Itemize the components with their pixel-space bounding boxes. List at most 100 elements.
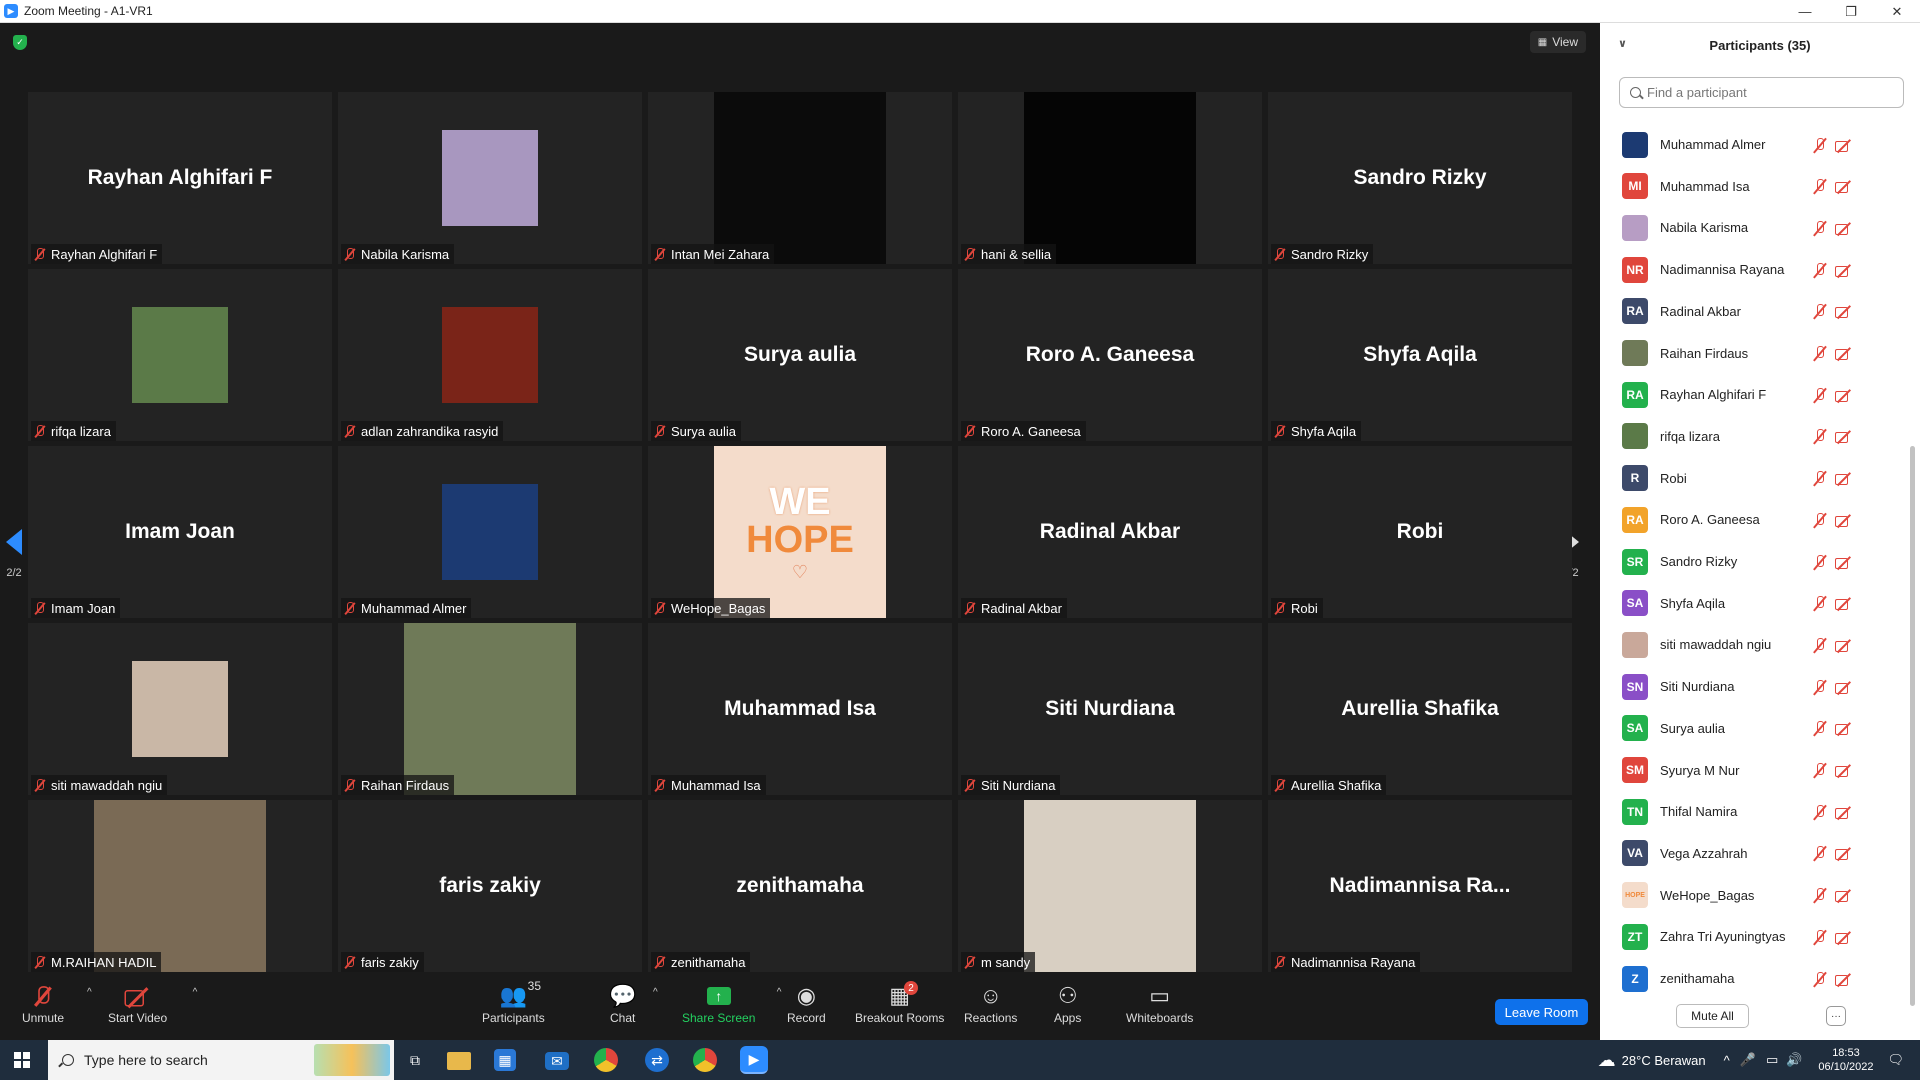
close-button[interactable]: ✕ — [1874, 0, 1920, 23]
video-tile-m-sandy[interactable]: m sandy — [958, 800, 1262, 972]
restore-button[interactable]: ❐ — [1828, 0, 1874, 23]
participant-row-rifqa-lizara[interactable]: rifqa lizara — [1600, 416, 1906, 457]
speaker-icon[interactable]: 🔊 — [1786, 1052, 1802, 1068]
microphone-muted-icon[interactable] — [1813, 220, 1827, 236]
microphone-muted-icon[interactable] — [1813, 762, 1827, 778]
video-tile-nabila-karisma[interactable]: Nabila Karisma — [338, 92, 642, 264]
video-tile-nadimannisa-rayana[interactable]: Nadimannisa Ra... Nadimannisa Rayana — [1268, 800, 1572, 972]
participant-row-nadimannisa-rayana[interactable]: NR Nadimannisa Rayana — [1600, 249, 1906, 290]
chat-button[interactable]: 💬 ^ Chat — [609, 981, 658, 1025]
video-tile-shyfa-aqila[interactable]: Shyfa Aqila Shyfa Aqila — [1268, 269, 1572, 441]
network-icon[interactable]: ▭ — [1766, 1052, 1778, 1068]
video-tile-roro-a-ganeesa[interactable]: Roro A. Ganeesa Roro A. Ganeesa — [958, 269, 1262, 441]
scrollbar-thumb[interactable] — [1910, 446, 1915, 1006]
microphone-icon[interactable]: 🎤 — [1740, 1052, 1756, 1068]
video-off-icon[interactable] — [1835, 388, 1853, 402]
apps-button[interactable]: ⚇ Apps — [1054, 981, 1081, 1025]
video-tile-aurellia-shafika[interactable]: Aurellia Shafika Aurellia Shafika — [1268, 623, 1572, 795]
video-tile-imam-joan[interactable]: Imam Joan Imam Joan — [28, 446, 332, 618]
microphone-muted-icon[interactable] — [1813, 804, 1827, 820]
unmute-button[interactable]: ^ Unmute — [22, 981, 92, 1025]
video-off-icon[interactable] — [1835, 763, 1853, 777]
video-tile-adlan-zahrandika-rasyid[interactable]: adlan zahrandika rasyid — [338, 269, 642, 441]
video-off-icon[interactable] — [1835, 888, 1853, 903]
video-off-icon[interactable] — [1835, 555, 1853, 569]
whiteboards-button[interactable]: ▭ Whiteboards — [1126, 981, 1193, 1025]
participant-row-syurya-m-nur[interactable]: SM Syurya M Nur — [1600, 750, 1906, 791]
microphone-muted-icon[interactable] — [1813, 428, 1827, 444]
video-tile-rifqa-lizara[interactable]: rifqa lizara — [28, 269, 332, 441]
microphone-muted-icon[interactable] — [1813, 637, 1827, 653]
participant-row-siti-mawaddah-ngiu[interactable]: siti mawaddah ngiu — [1600, 624, 1906, 665]
video-off-icon[interactable] — [1835, 179, 1853, 194]
microphone-muted-icon[interactable] — [1813, 303, 1827, 319]
microphone-muted-icon[interactable] — [1813, 345, 1827, 361]
encryption-shield-icon[interactable]: ✓ — [13, 35, 27, 50]
weather-text[interactable]: 28°C Berawan — [1622, 1053, 1706, 1068]
participant-row-radinal-akbar[interactable]: RA Radinal Akbar — [1600, 291, 1906, 332]
find-participant-input[interactable]: Find a participant — [1619, 77, 1904, 108]
mail-icon[interactable]: ✉ — [545, 1052, 569, 1070]
participant-row-sandro-rizky[interactable]: SR Sandro Rizky — [1600, 541, 1906, 582]
video-off-icon[interactable] — [1835, 596, 1853, 611]
participant-row-rayhan-alghifari-f[interactable]: RA Rayhan Alghifari F — [1600, 374, 1906, 415]
video-tile-m-raihan-hadil[interactable]: M.RAIHAN HADIL — [28, 800, 332, 972]
share-screen-button[interactable]: ↑ ^ Share Screen — [682, 981, 781, 1025]
video-tile-faris-zakiy[interactable]: faris zakiy faris zakiy — [338, 800, 642, 972]
microphone-muted-icon[interactable] — [1813, 387, 1827, 403]
microphone-muted-icon[interactable] — [1813, 595, 1827, 611]
microphone-muted-icon[interactable] — [1813, 512, 1827, 528]
participant-row-vega-azzahrah[interactable]: VA Vega Azzahrah — [1600, 833, 1906, 874]
participant-list-scrollbar[interactable] — [1909, 124, 1915, 1014]
participant-row-siti-nurdiana[interactable]: SN Siti Nurdiana — [1600, 666, 1906, 707]
view-button[interactable]: ▦ View — [1529, 31, 1586, 53]
participant-row-wehope-bagas[interactable]: HOPE WeHope_Bagas — [1600, 875, 1906, 916]
microphone-muted-icon[interactable] — [1813, 720, 1827, 736]
participant-row-shyfa-aqila[interactable]: SA Shyfa Aqila — [1600, 583, 1906, 624]
video-tile-hani-sellia[interactable]: hani & sellia — [958, 92, 1262, 264]
video-off-icon[interactable] — [1835, 138, 1853, 152]
participant-row-nabila-karisma[interactable]: Nabila Karisma — [1600, 207, 1906, 248]
participant-row-muhammad-isa[interactable]: MI Muhammad Isa — [1600, 166, 1906, 207]
video-off-icon[interactable] — [1835, 346, 1853, 360]
video-tile-muhammad-isa[interactable]: Muhammad Isa Muhammad Isa — [648, 623, 952, 795]
microphone-muted-icon[interactable] — [1813, 971, 1827, 987]
participant-row-zahra-tri-ayuningtyas[interactable]: ZT Zahra Tri Ayuningtyas — [1600, 916, 1906, 957]
participant-row-thifal-namira[interactable]: TN Thifal Namira — [1600, 791, 1906, 832]
microphone-muted-icon[interactable] — [1813, 262, 1827, 278]
video-tile-robi[interactable]: Robi Robi — [1268, 446, 1572, 618]
video-off-icon[interactable] — [1835, 513, 1853, 527]
participant-row-surya-aulia[interactable]: SA Surya aulia — [1600, 708, 1906, 749]
previous-page-button[interactable]: 2/2 — [0, 509, 28, 599]
participant-row-muhammad-almer[interactable]: Muhammad Almer — [1600, 124, 1906, 165]
participant-row-raihan-firdaus[interactable]: Raihan Firdaus — [1600, 333, 1906, 374]
participant-row-roro-a-ganeesa[interactable]: RA Roro A. Ganeesa — [1600, 499, 1906, 540]
video-tile-surya-aulia[interactable]: Surya aulia Surya aulia — [648, 269, 952, 441]
video-off-icon[interactable] — [1835, 930, 1853, 944]
video-off-icon[interactable] — [1835, 805, 1853, 819]
video-off-icon[interactable] — [1835, 846, 1853, 861]
video-tile-wehope-bagas[interactable]: WE HOPE ♡ WeHope_Bagas — [648, 446, 952, 618]
video-tile-raihan-firdaus[interactable]: Raihan Firdaus — [338, 623, 642, 795]
file-explorer-icon[interactable] — [447, 1052, 471, 1070]
participant-row-zenithamaha[interactable]: Zzenithamaha — [1600, 958, 1906, 999]
participant-row-robi[interactable]: R Robi — [1600, 458, 1906, 499]
video-off-icon[interactable] — [1835, 721, 1853, 736]
microphone-muted-icon[interactable] — [1813, 178, 1827, 194]
video-tile-sandro-rizky[interactable]: Sandro Rizky Sandro Rizky — [1268, 92, 1572, 264]
video-tile-rayhan-alghifari-f[interactable]: Rayhan Alghifari F Rayhan Alghifari F — [28, 92, 332, 264]
video-tile-zenithamaha[interactable]: zenithamaha zenithamaha — [648, 800, 952, 972]
leave-room-button[interactable]: Leave Room — [1495, 999, 1588, 1025]
microphone-muted-icon[interactable] — [1813, 137, 1827, 153]
zoom-taskbar-icon[interactable]: ▶ — [740, 1046, 768, 1074]
more-options-button[interactable]: ··· — [1826, 1006, 1846, 1026]
microphone-muted-icon[interactable] — [1813, 554, 1827, 570]
windows-start-icon[interactable] — [14, 1052, 30, 1068]
start-video-button[interactable]: ^ Start Video — [108, 981, 197, 1025]
video-off-icon[interactable] — [1835, 429, 1853, 444]
video-off-icon[interactable] — [1835, 471, 1853, 486]
microphone-muted-icon[interactable] — [1813, 929, 1827, 945]
video-off-icon[interactable] — [1835, 680, 1853, 694]
microphone-muted-icon[interactable] — [1813, 845, 1827, 861]
video-tile-intan-mei-zahara[interactable]: Intan Mei Zahara — [648, 92, 952, 264]
